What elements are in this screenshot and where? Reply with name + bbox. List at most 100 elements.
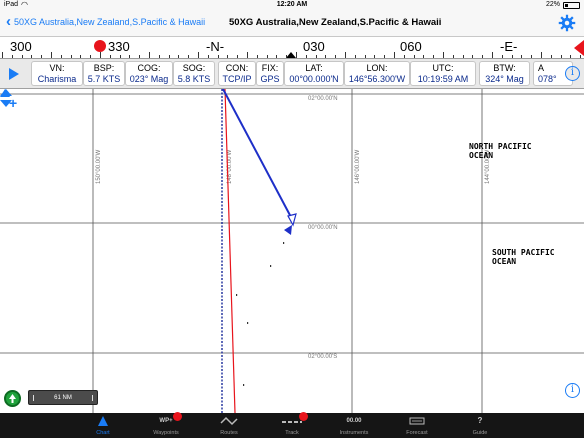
compass-tick <box>482 55 484 58</box>
bearing-marker <box>94 40 106 52</box>
back-button-label: 50XG Australia,New Zealand,S.Pacific & H… <box>14 17 206 27</box>
compass-tick <box>384 55 386 58</box>
waypoints-badge <box>173 412 182 421</box>
compass-label: 030 <box>303 39 325 54</box>
lat-label: 00°00.00'N <box>308 225 338 231</box>
instrument-value: GPS <box>260 74 280 84</box>
compass-tick <box>511 55 513 58</box>
compass-tick <box>462 55 464 58</box>
tab-routes[interactable]: Routes <box>199 413 259 438</box>
compass-strip[interactable]: 300 330 -N- 030 060 -E- <box>0 37 584 59</box>
compass-tick <box>394 52 395 58</box>
chart-view[interactable]: 02°00.00'N 00°00.00'N 02°00.00'S 150°00.… <box>0 89 584 413</box>
instrument-value: 324° Mag <box>485 74 524 84</box>
tab-waypoints[interactable]: WP+ Waypoints <box>136 412 196 438</box>
instrument-value: 146°56.300'W <box>348 74 406 84</box>
scale-bar: 61 NM <box>28 390 98 405</box>
compass-tick <box>80 55 82 58</box>
waypoint-direction-marker <box>574 40 584 56</box>
instrument-cell-con[interactable]: CON: TCP/IP <box>218 61 256 86</box>
instrument-value: 023° Mag <box>129 74 169 84</box>
tab-label: Track <box>285 430 299 436</box>
gear-icon[interactable] <box>558 14 576 32</box>
compass-tick <box>501 55 503 58</box>
compass-tick <box>315 55 317 58</box>
compass-tick <box>21 55 23 58</box>
tab-bar: Chart WP+ Waypoints Routes Track 00.00 I… <box>0 412 584 438</box>
compass-tick <box>168 55 170 58</box>
compass-tick <box>227 55 229 58</box>
compass-tick <box>100 52 101 58</box>
instrument-cell-bsp[interactable]: BSP: 5.7 KTS <box>83 61 125 86</box>
compass-tick <box>198 52 199 58</box>
instrument-value: 10:19:59 AM <box>417 74 469 84</box>
tab-instruments[interactable]: 00.00 Instruments <box>324 413 384 438</box>
instrument-cell-btw[interactable]: BTW: 324° Mag <box>479 61 530 86</box>
north-up-button[interactable] <box>4 390 21 407</box>
tab-track[interactable]: Track <box>262 412 322 438</box>
compass-tick <box>119 55 121 58</box>
compass-tick <box>550 55 552 58</box>
instrument-cell-fix[interactable]: FIX: GPS <box>256 61 284 86</box>
scale-label: 61 NM <box>33 395 93 401</box>
lon-label: 146°00.00'W <box>355 149 361 184</box>
boat-icon <box>284 225 292 235</box>
instrument-value: 5.8 KTS <box>177 74 211 84</box>
instrument-cell-cog[interactable]: COG: 023° Mag <box>125 61 173 86</box>
compass-tick <box>31 55 33 58</box>
compass-tick <box>305 55 307 58</box>
tab-guide[interactable]: ? Guide <box>450 413 510 438</box>
compass-tick <box>217 55 219 58</box>
compass-tick <box>364 55 366 58</box>
compass-label: 330 <box>108 39 130 54</box>
compass-tick <box>41 55 43 58</box>
compass-tick <box>256 55 258 58</box>
compass-tick <box>570 55 572 58</box>
track-line <box>224 89 236 413</box>
instrument-key: CON: <box>225 63 249 73</box>
chart-canvas[interactable]: 02°00.00'N 00°00.00'N 02°00.00'S 150°00.… <box>0 89 584 413</box>
compass-tick <box>443 52 444 58</box>
compass-tick <box>413 55 415 58</box>
instrument-cell-sog[interactable]: SOG: 5.8 KTS <box>173 61 215 86</box>
compass-tick <box>403 55 405 58</box>
tab-label: Routes <box>220 430 238 436</box>
instrument-cell-lat[interactable]: LAT: 00°00.000'N <box>284 61 344 86</box>
instrument-value: TCP/IP <box>222 74 252 84</box>
compass-tick <box>325 55 327 58</box>
instrument-key: BTW: <box>493 63 516 73</box>
instrument-cell-lon[interactable]: LON: 146°56.300'W <box>344 61 410 86</box>
play-icon[interactable] <box>9 68 19 80</box>
north-arrow-icon <box>9 394 16 403</box>
lon-label: 150°00.00'W <box>96 149 102 184</box>
compass-tick <box>129 55 131 58</box>
compass-label: 300 <box>10 39 32 54</box>
compass-tick <box>2 52 3 58</box>
map-info-icon[interactable]: i <box>565 383 580 398</box>
heading-pointer-icon <box>286 52 296 58</box>
lat-label: 02°00.00'S <box>308 354 337 360</box>
compass-tick <box>580 55 582 58</box>
tab-forecast[interactable]: Forecast <box>387 413 447 438</box>
vertical-scroll-icon[interactable] <box>0 89 12 107</box>
compass-tick <box>70 55 72 58</box>
instrument-key: BSP: <box>93 63 115 73</box>
instrument-cell-vessel[interactable]: VN: Charisma <box>31 61 83 86</box>
track-icon <box>282 421 302 423</box>
compass-tick <box>335 55 337 58</box>
back-button[interactable]: ‹ 50XG Australia,New Zealand,S.Pacific &… <box>6 14 206 29</box>
compass-tick <box>247 52 248 58</box>
compass-tick <box>207 55 209 58</box>
chart-icon <box>98 416 108 426</box>
info-icon[interactable]: i <box>565 66 580 81</box>
compass-tick <box>51 52 52 58</box>
instrument-cell-utc[interactable]: UTC: 10:19:59 AM <box>410 61 476 86</box>
status-bar: iPad ◠ 12:20 AM 22% <box>0 0 584 11</box>
instrument-bar: VN: Charisma BSP: 5.7 KTS COG: 023° Mag … <box>0 59 584 89</box>
tab-chart[interactable]: Chart <box>73 413 133 438</box>
compass-tick <box>60 55 62 58</box>
course-vector <box>222 89 293 220</box>
compass-tick <box>541 52 542 58</box>
routes-icon <box>220 416 238 426</box>
waypoints-icon: WP+ <box>159 418 173 424</box>
